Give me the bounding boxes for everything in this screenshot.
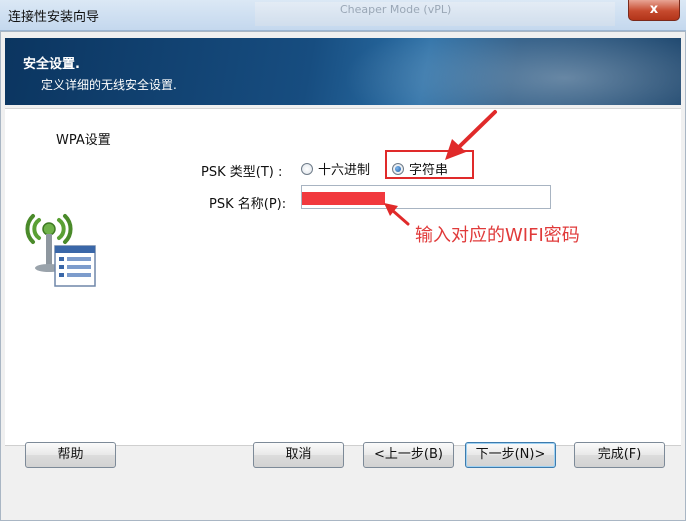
- title-bar: 连接性安装向导 Cheaper Mode (vPL) x: [0, 0, 686, 31]
- wizard-header: 安全设置. 定义详细的无线安全设置.: [5, 38, 681, 105]
- psk-name-label: PSK 名称(P):: [209, 197, 287, 212]
- radio-hex-circle[interactable]: [301, 162, 313, 175]
- radio-hex-label: 十六进制: [318, 163, 371, 178]
- header-title: 安全设置.: [23, 57, 80, 72]
- close-icon: x: [649, 2, 659, 17]
- header-swoosh: [305, 38, 681, 105]
- close-button[interactable]: x: [628, 0, 680, 21]
- annotation-highlight-box: [385, 150, 474, 179]
- psk-type-label: PSK 类型(T) :: [201, 165, 283, 180]
- annotation-note: 输入对应的WIFI密码: [415, 225, 580, 246]
- background-window-text: Cheaper Mode (vPL): [340, 3, 452, 16]
- next-button[interactable]: 下一步(N)>: [465, 442, 556, 468]
- help-button[interactable]: 帮助: [25, 442, 116, 468]
- cancel-button[interactable]: 取消: [253, 442, 344, 468]
- wifi-antenna-icon: [25, 214, 96, 287]
- wpa-settings-label: WPA设置: [56, 133, 111, 148]
- window-title: 连接性安装向导: [8, 10, 100, 25]
- radio-hex[interactable]: 十六进制: [301, 159, 370, 178]
- header-subtitle: 定义详细的无线安全设置.: [41, 78, 177, 92]
- back-button[interactable]: <上一步(B): [363, 442, 454, 468]
- finish-button[interactable]: 完成(F): [574, 442, 665, 468]
- redacted-password-mark: [302, 192, 385, 205]
- wizard-content: WPA设置 PSK 类型(T) : 十六进制 字符串 PSK 名称(P): 输入…: [5, 108, 681, 445]
